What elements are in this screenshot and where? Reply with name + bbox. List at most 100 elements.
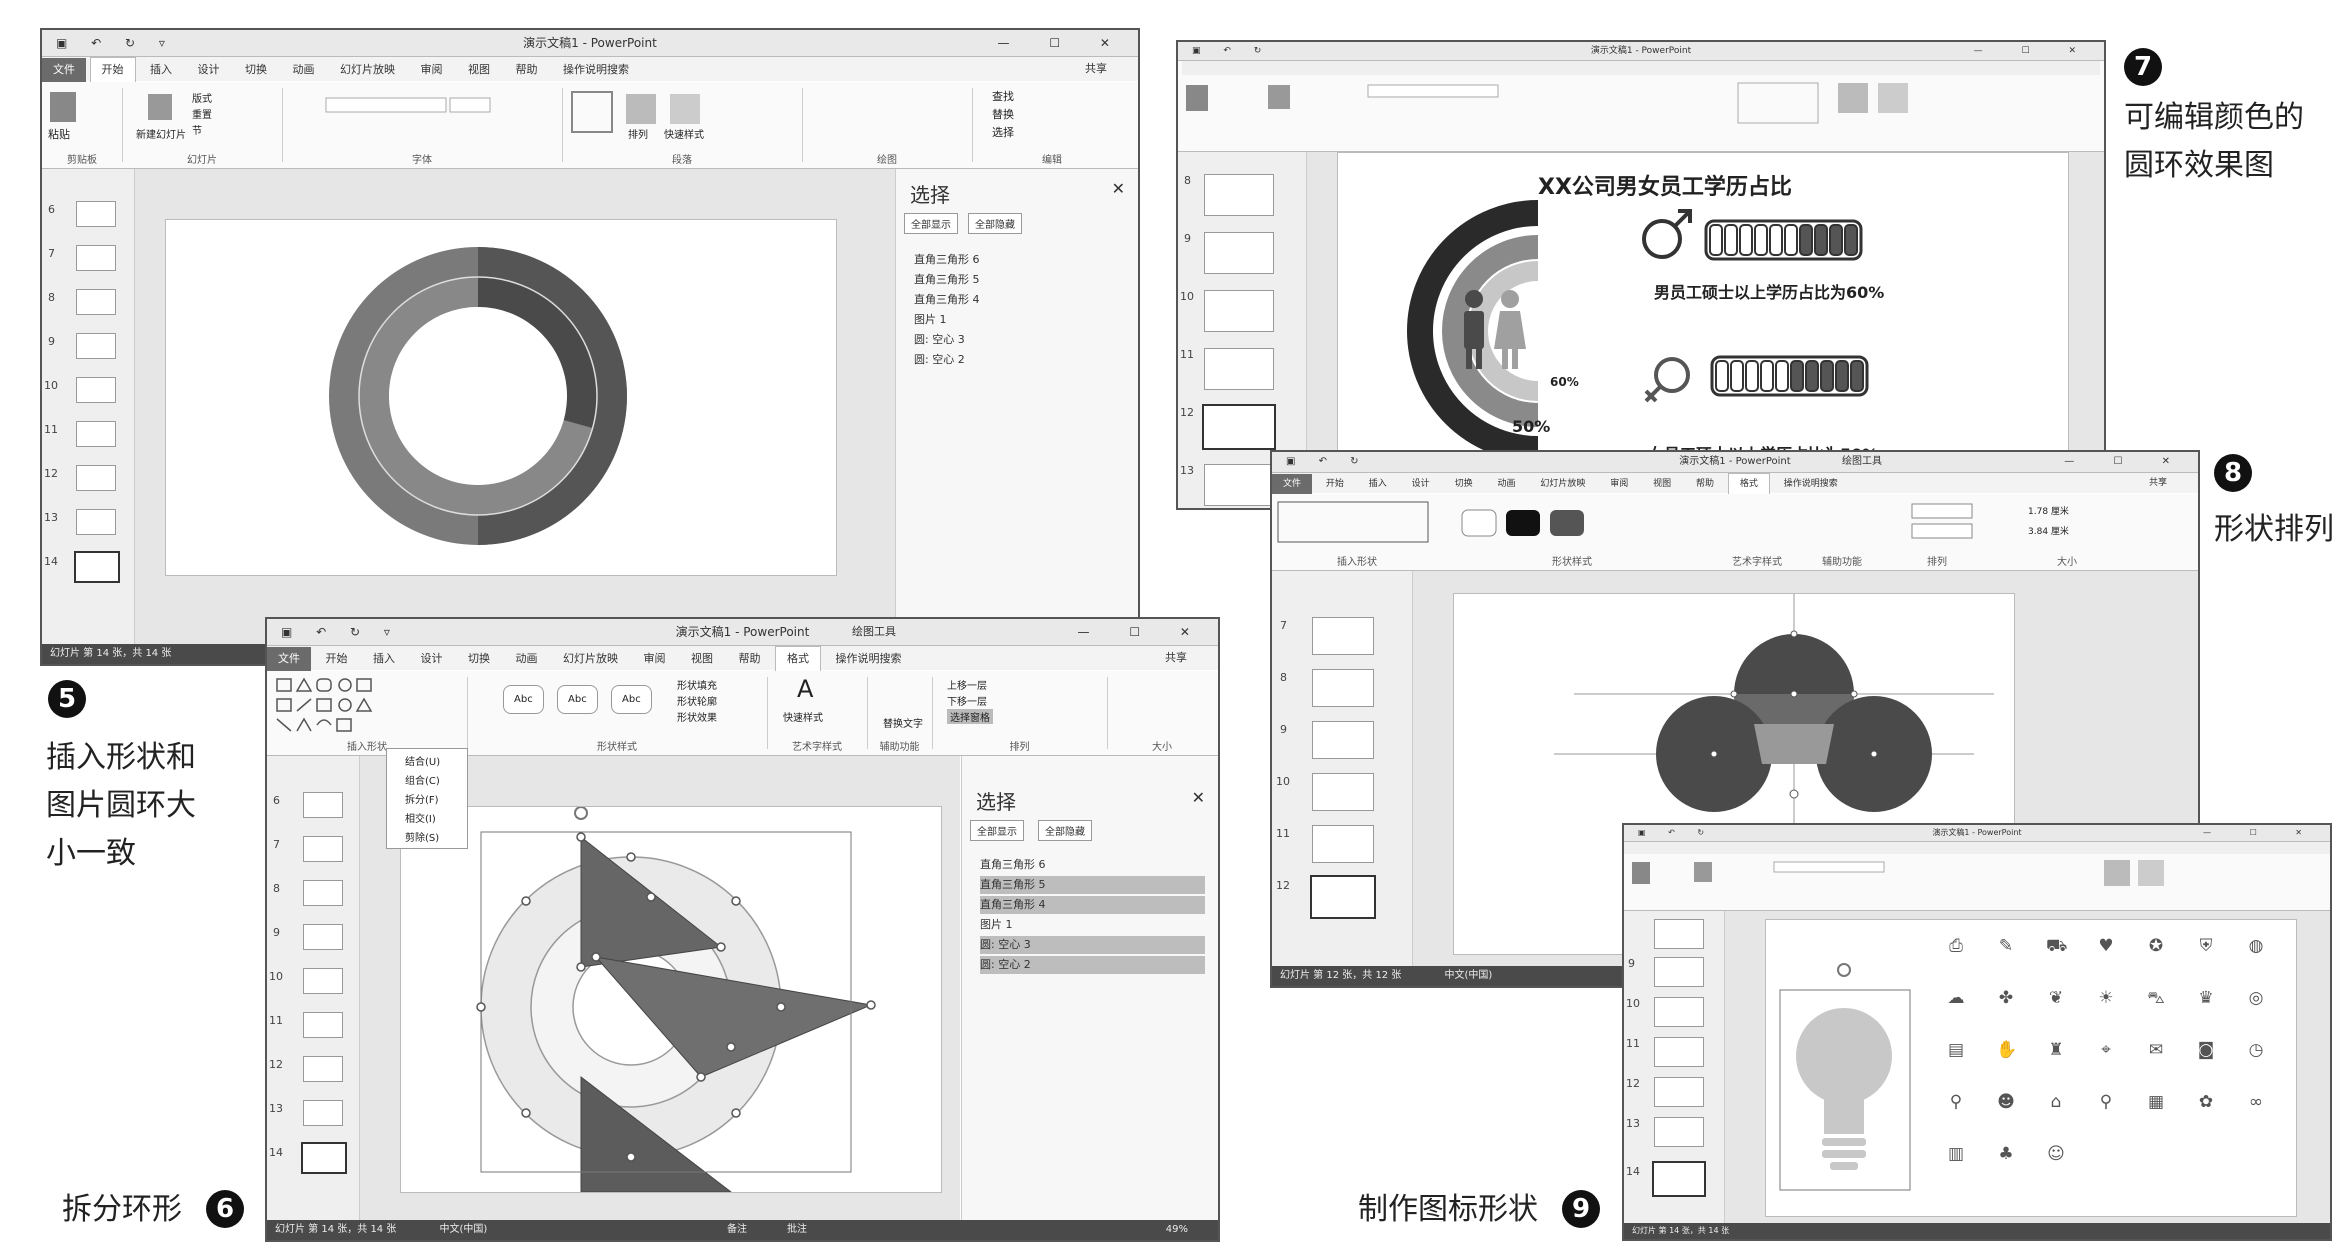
tab-review[interactable]: 审阅 — [410, 58, 454, 82]
shield-icon[interactable]: ⛨ — [2196, 936, 2216, 956]
car-icon[interactable]: ⛟ — [2046, 936, 2067, 956]
merge-intersect-item[interactable]: 相交(I) — [387, 808, 467, 827]
tab-help[interactable]: 帮助 — [505, 58, 549, 82]
style-sample-3[interactable]: Abc — [611, 685, 652, 714]
merge-fragment-item[interactable]: 拆分(F) — [387, 789, 467, 808]
quick-styles-label[interactable]: 快速样式 — [664, 126, 704, 141]
shape-height-field[interactable]: 1.78 厘米 — [2028, 504, 2069, 517]
window-controls[interactable]: — ☐ ✕ — [998, 30, 1128, 56]
pane-item[interactable]: 圆: 空心 2 — [914, 351, 1125, 369]
glasses-icon[interactable]: ∞ — [2246, 1092, 2266, 1112]
tab-help[interactable]: 帮助 — [1685, 474, 1725, 494]
slide-thumb-13[interactable] — [1204, 464, 1274, 506]
slide-thumb-7[interactable] — [1312, 617, 1374, 655]
split-ring-shapes[interactable] — [401, 807, 941, 1192]
shape-fill-label[interactable]: 形状填充 — [677, 677, 717, 692]
tab-insert[interactable]: 插入 — [1358, 474, 1398, 494]
tab-view[interactable]: 视图 — [457, 58, 501, 82]
pane-item[interactable]: 图片 1 — [980, 916, 1205, 934]
wordart-icon[interactable]: A — [797, 675, 813, 703]
share-button[interactable]: 共享 — [1154, 646, 1198, 670]
slide-thumb-7[interactable] — [303, 836, 343, 862]
find-label[interactable]: 查找 — [992, 88, 1014, 104]
hands-icon[interactable]: ✋ — [1996, 1040, 2017, 1060]
slide-thumb-8[interactable] — [303, 880, 343, 906]
slide-thumb-6[interactable] — [303, 792, 343, 818]
tab-slideshow[interactable]: 幻灯片放映 — [552, 647, 629, 671]
shape-width-field[interactable]: 3.84 厘米 — [2028, 524, 2069, 537]
slide-thumb-10[interactable] — [1312, 773, 1374, 811]
send-backward-label[interactable]: 下移一层 — [947, 693, 987, 708]
slide-thumb-7[interactable] — [76, 245, 116, 271]
tab-transitions[interactable]: 切换 — [457, 647, 501, 671]
select-label[interactable]: 选择 — [992, 124, 1014, 140]
ring-icon[interactable]: ◎ — [2246, 988, 2266, 1008]
trophy-icon[interactable]: ♜ — [2046, 1040, 2066, 1060]
slide-thumb-14[interactable] — [74, 551, 120, 583]
tab-insert[interactable]: 插入 — [139, 58, 183, 82]
cart-icon[interactable]: ⛍ — [2146, 988, 2166, 1008]
reset-label[interactable]: 重置 — [192, 106, 212, 121]
tab-file[interactable]: 文件 — [42, 58, 86, 82]
heart-icon[interactable]: ♥ — [2096, 936, 2116, 956]
hide-all-button[interactable]: 全部隐藏 — [1038, 820, 1092, 841]
slide-thumb-10[interactable] — [1204, 290, 1274, 332]
tab-home[interactable]: 开始 — [315, 647, 359, 671]
window-controls[interactable]: — ☐ ✕ — [1078, 619, 1208, 645]
pane-item-selected[interactable]: 直角三角形 4 — [980, 896, 1205, 914]
pane-close-icon[interactable]: ✕ — [1112, 179, 1125, 198]
slide-thumb-11[interactable] — [303, 1012, 343, 1038]
gift-icon[interactable]: ✿ — [2196, 1092, 2216, 1112]
slide-thumb-11[interactable] — [1312, 825, 1374, 863]
donut-chart-shape[interactable] — [166, 220, 836, 575]
clock-icon[interactable]: ◷ — [2246, 1040, 2266, 1060]
slide-thumb-13[interactable] — [76, 509, 116, 535]
selection-pane-button[interactable]: 选择窗格 — [947, 709, 993, 724]
medal-icon[interactable]: ✪ — [2146, 936, 2166, 956]
slide-thumb-13[interactable] — [1654, 1117, 1704, 1147]
tab-animations[interactable]: 动画 — [282, 58, 326, 82]
slide-thumb-14[interactable] — [301, 1142, 347, 1174]
slide-thumb-9[interactable] — [1312, 721, 1374, 759]
bulb-icon[interactable] — [1776, 960, 1926, 1200]
slide-thumb-8[interactable] — [1654, 919, 1704, 949]
pen-icon[interactable]: ✎ — [1996, 936, 2016, 956]
people-icon[interactable]: ☺ — [2046, 1144, 2066, 1164]
calendar-icon[interactable]: ▥ — [1946, 1144, 1966, 1164]
tab-format[interactable]: 格式 — [775, 646, 821, 671]
pane-item[interactable]: 图片 1 — [914, 311, 1125, 329]
user-icon[interactable]: ☻ — [1996, 1092, 2016, 1112]
pane-item[interactable]: 直角三角形 5 — [914, 271, 1125, 289]
hide-all-button[interactable]: 全部隐藏 — [968, 213, 1022, 234]
slide-thumb-10[interactable] — [303, 968, 343, 994]
merge-subtract-item[interactable]: 剪除(S) — [387, 827, 467, 846]
slide-thumb-11[interactable] — [1654, 1037, 1704, 1067]
shape-gallery-icons[interactable] — [273, 675, 463, 735]
location-icon[interactable]: ⌖ — [2096, 1040, 2116, 1060]
tab-help[interactable]: 帮助 — [728, 647, 772, 671]
show-all-button[interactable]: 全部显示 — [904, 213, 958, 234]
bulb-icon[interactable]: ☀ — [2096, 988, 2116, 1008]
slide-thumb-10[interactable] — [76, 377, 116, 403]
slide-thumb-12[interactable] — [303, 1056, 343, 1082]
pane-item[interactable]: 直角三角形 6 — [980, 856, 1205, 874]
slide-thumb-12[interactable] — [1654, 1077, 1704, 1107]
replace-label[interactable]: 替换 — [992, 106, 1014, 122]
slide-thumb-14[interactable] — [1652, 1161, 1706, 1197]
tree-icon[interactable]: ♣ — [1996, 1144, 2016, 1164]
show-all-button[interactable]: 全部显示 — [970, 820, 1024, 841]
tab-file[interactable]: 文件 — [267, 647, 311, 671]
camera-icon[interactable]: ◙ — [2196, 1040, 2216, 1060]
tab-home[interactable]: 开始 — [89, 57, 136, 82]
section-label[interactable]: 节 — [192, 122, 202, 137]
slide-editor[interactable] — [165, 219, 837, 576]
tab-animations[interactable]: 动画 — [505, 647, 549, 671]
window-controls[interactable]: — ☐ ✕ — [2203, 825, 2320, 841]
tab-slideshow[interactable]: 幻灯片放映 — [329, 58, 406, 82]
printer-icon[interactable]: ⎙ — [1946, 936, 1966, 956]
slide-thumb-11[interactable] — [1204, 348, 1274, 390]
bring-forward-label[interactable]: 上移一层 — [947, 677, 987, 692]
crown-icon[interactable]: ♛ — [2196, 988, 2216, 1008]
tab-format[interactable]: 格式 — [1727, 473, 1770, 494]
globe-icon[interactable]: ◍ — [2246, 936, 2266, 956]
